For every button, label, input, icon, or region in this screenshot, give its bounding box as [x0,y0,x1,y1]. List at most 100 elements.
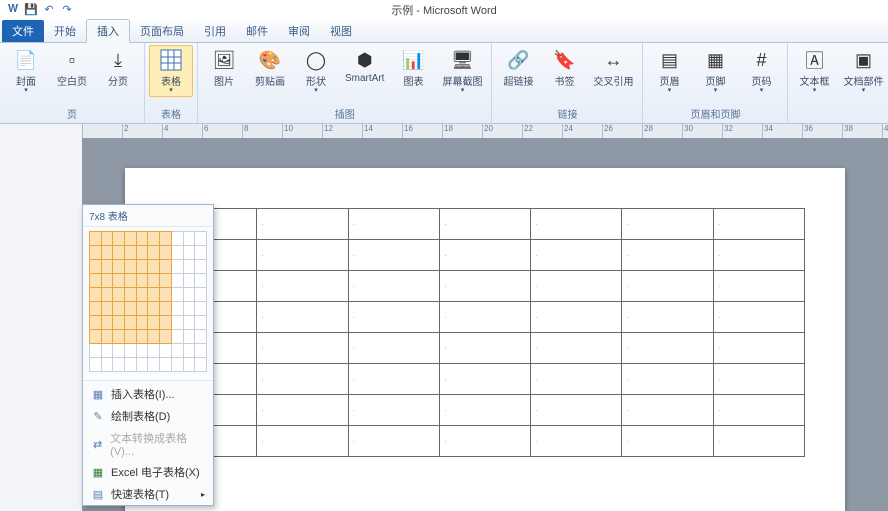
grid-cell[interactable] [125,344,137,358]
table-size-grid[interactable] [83,227,213,378]
tab-home[interactable]: 开始 [44,20,86,42]
grid-cell[interactable] [136,302,148,316]
grid-cell[interactable] [148,274,160,288]
grid-cell[interactable] [183,344,195,358]
table-cell[interactable]: · [257,271,348,302]
table-cell[interactable]: · [348,271,439,302]
grid-cell[interactable] [90,288,102,302]
tab-page-layout[interactable]: 页面布局 [130,20,194,42]
table-cell[interactable]: · [348,302,439,333]
grid-cell[interactable] [171,330,183,344]
grid-cell[interactable] [125,260,137,274]
grid-cell[interactable] [195,358,207,372]
table-cell[interactable]: · [713,271,804,302]
grid-cell[interactable] [195,344,207,358]
grid-cell[interactable] [195,274,207,288]
grid-cell[interactable] [160,344,172,358]
grid-cell[interactable] [148,344,160,358]
grid-cell[interactable] [160,260,172,274]
grid-cell[interactable] [113,232,125,246]
table-cell[interactable]: · [531,426,622,457]
table-cell[interactable]: · [713,302,804,333]
table-cell[interactable]: · [439,209,530,240]
grid-cell[interactable] [136,274,148,288]
table-cell[interactable]: · [622,426,713,457]
grid-cell[interactable] [90,260,102,274]
grid-cell[interactable] [148,302,160,316]
table-cell[interactable]: · [622,209,713,240]
grid-cell[interactable] [160,302,172,316]
table-button[interactable]: 表格▾ [149,45,193,97]
grid-cell[interactable] [148,232,160,246]
grid-cell[interactable] [171,246,183,260]
grid-cell[interactable] [90,316,102,330]
table-cell[interactable]: · [622,271,713,302]
textbox-button[interactable]: 🄰文本框▾ [792,45,836,97]
quick-tables-item[interactable]: ▤快速表格(T)▸ [83,483,213,505]
table-cell[interactable]: · [713,240,804,271]
grid-cell[interactable] [171,232,183,246]
grid-cell[interactable] [90,358,102,372]
grid-cell[interactable] [183,358,195,372]
grid-cell[interactable] [195,330,207,344]
table-cell[interactable]: · [439,333,530,364]
grid-cell[interactable] [113,344,125,358]
table-cell[interactable]: · [348,240,439,271]
table-cell[interactable]: · [348,364,439,395]
table-cell[interactable]: · [439,240,530,271]
grid-cell[interactable] [195,288,207,302]
header-button[interactable]: ▤页眉▾ [647,45,691,97]
grid-cell[interactable] [101,316,113,330]
grid-cell[interactable] [136,288,148,302]
table-cell[interactable]: · [257,426,348,457]
table-cell[interactable]: · [348,395,439,426]
grid-cell[interactable] [125,232,137,246]
grid-cell[interactable] [125,330,137,344]
grid-cell[interactable] [160,330,172,344]
grid-cell[interactable] [136,246,148,260]
grid-cell[interactable] [113,246,125,260]
page-break-button[interactable]: ⤓ 分页 [96,45,140,91]
page[interactable]: ········································… [125,168,845,511]
hyperlink-button[interactable]: 🔗超链接 [496,45,540,91]
grid-cell[interactable] [195,260,207,274]
table-cell[interactable]: · [439,302,530,333]
blank-page-button[interactable]: ▫ 空白页 [50,45,94,91]
horizontal-ruler[interactable]: 246810121416182022242628303234363840 [82,124,888,139]
grid-cell[interactable] [113,330,125,344]
grid-cell[interactable] [113,302,125,316]
table-cell[interactable]: · [257,333,348,364]
grid-cell[interactable] [101,288,113,302]
grid-cell[interactable] [148,246,160,260]
table-cell[interactable]: · [713,209,804,240]
grid-cell[interactable] [125,288,137,302]
grid-cell[interactable] [183,316,195,330]
grid-cell[interactable] [113,260,125,274]
grid-cell[interactable] [101,302,113,316]
grid-cell[interactable] [90,274,102,288]
table-cell[interactable]: · [257,240,348,271]
table-cell[interactable]: · [713,333,804,364]
grid-cell[interactable] [101,274,113,288]
table-cell[interactable]: · [531,364,622,395]
grid-cell[interactable] [101,344,113,358]
grid-cell[interactable] [183,302,195,316]
table-cell[interactable]: · [622,302,713,333]
grid-cell[interactable] [113,316,125,330]
clipart-button[interactable]: 🎨剪贴画 [248,45,292,91]
tab-mailings[interactable]: 邮件 [236,20,278,42]
grid-cell[interactable] [160,316,172,330]
grid-cell[interactable] [171,260,183,274]
table-cell[interactable]: · [622,364,713,395]
grid-cell[interactable] [171,302,183,316]
insert-table-item[interactable]: ▦插入表格(I)... [83,383,213,405]
grid-cell[interactable] [171,344,183,358]
grid-cell[interactable] [90,330,102,344]
tab-insert[interactable]: 插入 [86,19,130,43]
grid-cell[interactable] [171,316,183,330]
grid-cell[interactable] [136,330,148,344]
grid-cell[interactable] [183,260,195,274]
table-cell[interactable]: · [531,209,622,240]
grid-cell[interactable] [195,232,207,246]
table-cell[interactable]: · [713,426,804,457]
